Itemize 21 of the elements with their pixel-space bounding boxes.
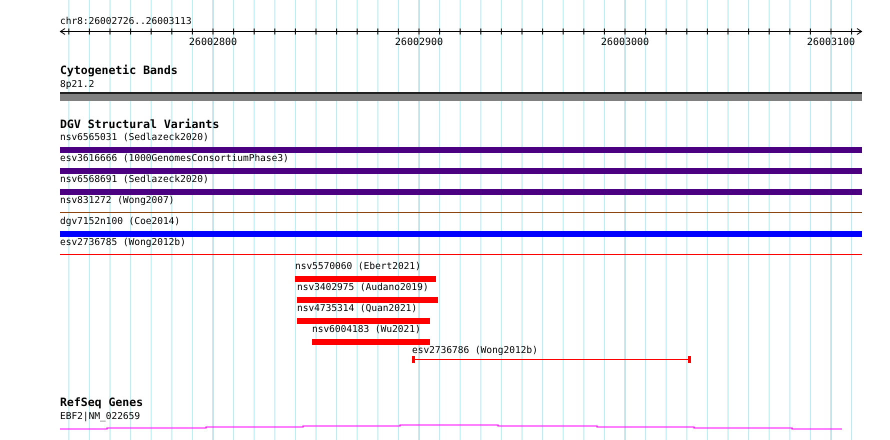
feature-label: esv3616666 (1000GenomesConsortiumPhase3) xyxy=(60,153,289,164)
track-title: RefSeq Genes xyxy=(60,395,144,409)
feature-label: nsv4735314 (Quan2021) xyxy=(297,303,418,314)
feature-label: EBF2|NM_022659 xyxy=(60,411,140,422)
tick-label: 26002900 xyxy=(394,37,444,48)
track-title: Cytogenetic Bands xyxy=(60,63,178,77)
tick-label: 26003100 xyxy=(806,37,856,48)
feature-label: nsv5570060 (Ebert2021) xyxy=(295,261,421,272)
feature-label: 8p21.2 xyxy=(60,79,94,90)
location-label: chr8:26002726..26003113 xyxy=(60,16,192,27)
feature-label: dgv7152n100 (Coe2014) xyxy=(60,216,180,227)
track-title: DGV Structural Variants xyxy=(60,117,220,131)
feature-label: esv2736786 (Wong2012b) xyxy=(412,345,538,356)
feature-label: nsv831272 (Wong2007) xyxy=(60,195,174,206)
tick-label: 26003000 xyxy=(600,37,650,48)
feature-label: nsv6565031 (Sedlazeck2020) xyxy=(60,132,209,143)
feature-label: nsv6004183 (Wu2021) xyxy=(312,324,421,335)
feature-label: nsv6568691 (Sedlazeck2020) xyxy=(60,174,209,185)
feature-label: esv2736785 (Wong2012b) xyxy=(60,237,186,248)
feature-label: nsv3402975 (Audano2019) xyxy=(297,282,429,293)
tick-label: 26002800 xyxy=(188,37,238,48)
